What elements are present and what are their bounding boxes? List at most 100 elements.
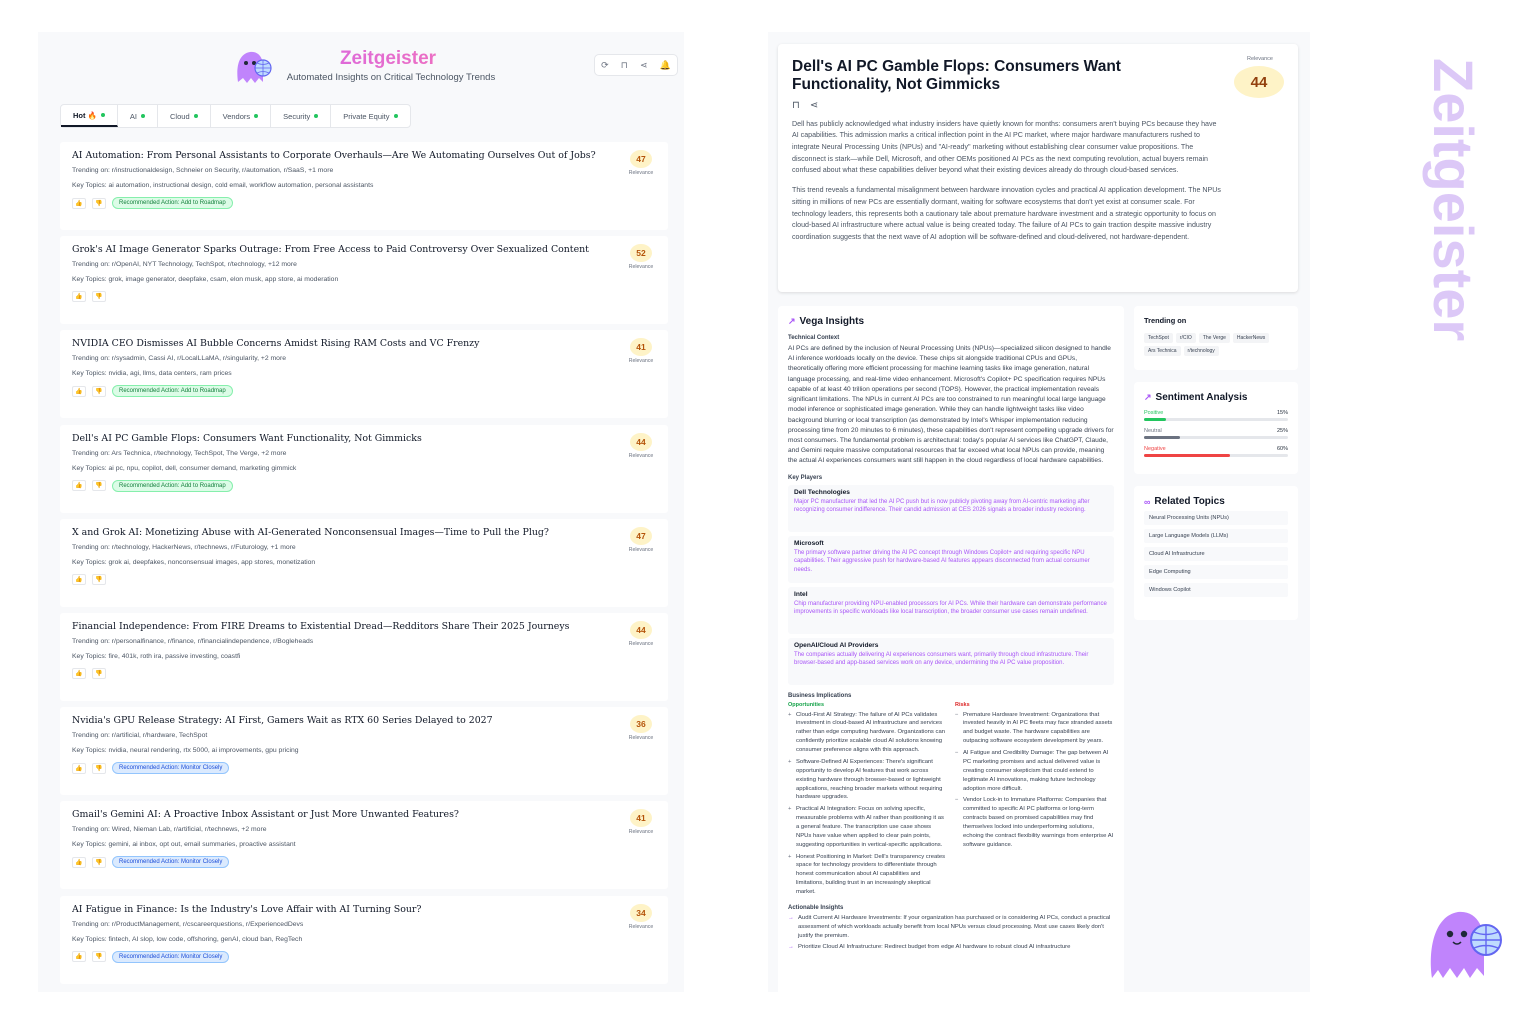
business-label: Business Implications [788,692,852,699]
relevance-score: 44 [630,620,652,639]
brand-title: Zeitgeister [278,48,498,70]
related-topic[interactable]: Windows Copilot [1144,583,1288,597]
trend-card[interactable]: AI Automation: From Personal Assistants … [60,142,668,230]
thumbs-down-icon[interactable]: 👎 [92,291,106,303]
relevance-score: 52 [630,244,652,263]
sentiment-bar [1144,436,1288,439]
trend-title[interactable]: NVIDIA CEO Dismisses AI Bubble Concerns … [72,338,612,349]
actionable-item: Prioritize Cloud AI Infrastructure: Redi… [788,943,1114,952]
bookmark-icon[interactable]: ⊓ [792,100,800,111]
tab-0[interactable]: Hot 🔥 [61,105,118,127]
related-topic[interactable]: Neural Processing Units (NPUs) [1144,511,1288,525]
relevance-score: 41 [630,338,652,357]
risk-item: Premature Hardware Investment: Organizat… [955,711,1114,746]
player-card: Microsoft The primary software partner dr… [788,535,1114,583]
trend-title[interactable]: AI Fatigue in Finance: Is the Industry's… [72,904,612,915]
thumbs-down-icon[interactable]: 👎 [92,762,106,774]
key-players: Dell Technologies Major PC manufacturer t… [788,484,1114,685]
tab-label: Vendors [222,111,251,121]
related-topic[interactable]: Cloud AI Infrastructure [1144,547,1288,561]
feed-panel: Zeitgeister Automated Insights on Critic… [38,32,684,992]
trend-card[interactable]: NVIDIA CEO Dismisses AI Bubble Concerns … [60,330,668,419]
relevance-score: 41 [630,809,652,828]
related-topics-card: ∞ Related Topics Neural Processing Units… [1134,486,1298,620]
relevance-score: 47 [630,150,652,168]
relevance-label: Relevance [628,170,654,176]
thumbs-up-icon[interactable]: 👍 [72,762,86,774]
ghost-mascot-icon [1430,911,1502,978]
tab-1[interactable]: AI [118,105,159,127]
thumbs-down-icon[interactable]: 👎 [92,197,106,209]
player-desc: Chip manufacturer providing NPU-enabled … [794,600,1107,616]
share-icon[interactable]: ⋖ [810,100,818,111]
related-topic[interactable]: Large Language Models (LLMs) [1144,529,1288,543]
thumbs-up-icon[interactable]: 👍 [72,951,86,962]
article-card: Dell's AI PC Gamble Flops: Consumers Wan… [778,44,1298,292]
player-name: OpenAI/Cloud AI Providers [794,641,879,649]
opportunity-item: Practical AI Integration: Focus on solvi… [788,805,947,849]
trend-card[interactable]: Financial Independence: From FIRE Dreams… [60,612,668,701]
player-desc: The companies actually delivering AI exp… [794,651,1089,667]
opportunities-col: Opportunities Cloud-First AI Strategy: T… [788,702,947,897]
trend-title[interactable]: Gmail's Gemini AI: A Proactive Inbox Ass… [72,809,612,820]
thumbs-down-icon[interactable]: 👎 [92,951,106,962]
source-chip[interactable]: r/CIO [1175,333,1196,343]
related-topic[interactable]: Edge Computing [1144,565,1288,579]
trend-card[interactable]: Nvidia's GPU Release Strategy: AI First,… [60,707,668,796]
thumbs-up-icon[interactable]: 👍 [72,573,86,585]
card-footer: 👍 👎 Recommended Action: Monitor Closely [72,950,656,963]
thumbs-down-icon[interactable]: 👎 [92,856,106,868]
source-chip[interactable]: TechSpot [1144,333,1173,343]
source-chip[interactable]: Ars Technica [1144,346,1181,356]
card-footer: 👍 👎 Recommended Action: Add to Roadmap [72,197,656,209]
refresh-icon[interactable]: ⟳ [601,60,609,70]
status-dot-icon [100,113,105,117]
bell-icon[interactable]: 🔔 [660,60,671,70]
app-canvas: Zeitgeister Automated Insights on Critic… [0,0,1536,1024]
opportunity-item: Cloud-First AI Strategy: The failure of … [788,711,947,755]
trend-card[interactable]: Gmail's Gemini AI: A Proactive Inbox Ass… [60,801,668,890]
share-icon[interactable]: ⋖ [640,60,648,70]
relevance-badge: 41 Relevance [626,809,656,835]
thumbs-up-icon[interactable]: 👍 [72,385,86,397]
source-chip[interactable]: r/technology [1183,346,1219,356]
thumbs-down-icon[interactable]: 👎 [92,573,106,585]
sentiment-label: Positive [1144,410,1164,416]
relevance-badge: 36 Relevance [626,715,656,741]
source-chip[interactable]: The Verge [1198,333,1230,343]
thumbs-up-icon[interactable]: 👍 [72,291,86,303]
relevance-badge: 41 Relevance [626,338,656,364]
trend-card[interactable]: Grok's AI Image Generator Sparks Outrage… [60,236,668,325]
trend-title[interactable]: Dell's AI PC Gamble Flops: Consumers Wan… [72,433,612,444]
risks-label: Risks [955,701,970,708]
sentiment-label: Negative [1144,446,1166,452]
risks-col: Risks Premature Hardware Investment: Org… [955,702,1114,897]
action-badge: Recommended Action: Add to Roadmap [112,197,233,209]
thumbs-up-icon[interactable]: 👍 [72,197,86,209]
tab-3[interactable]: Vendors [211,105,272,127]
thumbs-down-icon[interactable]: 👎 [92,480,106,492]
thumbs-down-icon[interactable]: 👎 [92,385,106,397]
risk-item: AI Fatigue and Credibility Damage: The g… [955,749,1114,793]
trend-title[interactable]: AI Automation: From Personal Assistants … [72,150,612,161]
trend-card[interactable]: Dell's AI PC Gamble Flops: Consumers Wan… [60,424,668,513]
thumbs-up-icon[interactable]: 👍 [72,667,86,679]
thumbs-up-icon[interactable]: 👍 [72,480,86,492]
actionable-label: Actionable Insights [788,904,844,911]
trend-title[interactable]: Financial Independence: From FIRE Dreams… [72,621,612,632]
trend-title[interactable]: Nvidia's GPU Release Strategy: AI First,… [72,715,612,726]
tab-2[interactable]: Cloud [158,105,211,127]
trend-topics: Key Topics: ai pc, npu, copilot, dell, c… [72,464,297,472]
sentiment-row-header: Positive 15% [1144,410,1288,416]
source-chips: TechSpot r/CIO The Verge HackerNews Ars Tech… [1144,333,1288,356]
source-chip[interactable]: HackerNews [1232,333,1270,343]
trend-title[interactable]: X and Grok AI: Monetizing Abuse with AI-… [72,527,612,538]
thumbs-up-icon[interactable]: 👍 [72,856,86,868]
trend-title[interactable]: Grok's AI Image Generator Sparks Outrage… [72,244,612,255]
tab-5[interactable]: Private Equity [331,105,409,127]
trend-card[interactable]: X and Grok AI: Monetizing Abuse with AI-… [60,518,668,607]
tab-4[interactable]: Security [271,105,332,127]
bookmark-icon[interactable]: ⊓ [621,60,628,70]
trend-card[interactable]: AI Fatigue in Finance: Is the Industry's… [60,895,668,984]
thumbs-down-icon[interactable]: 👎 [92,667,106,679]
